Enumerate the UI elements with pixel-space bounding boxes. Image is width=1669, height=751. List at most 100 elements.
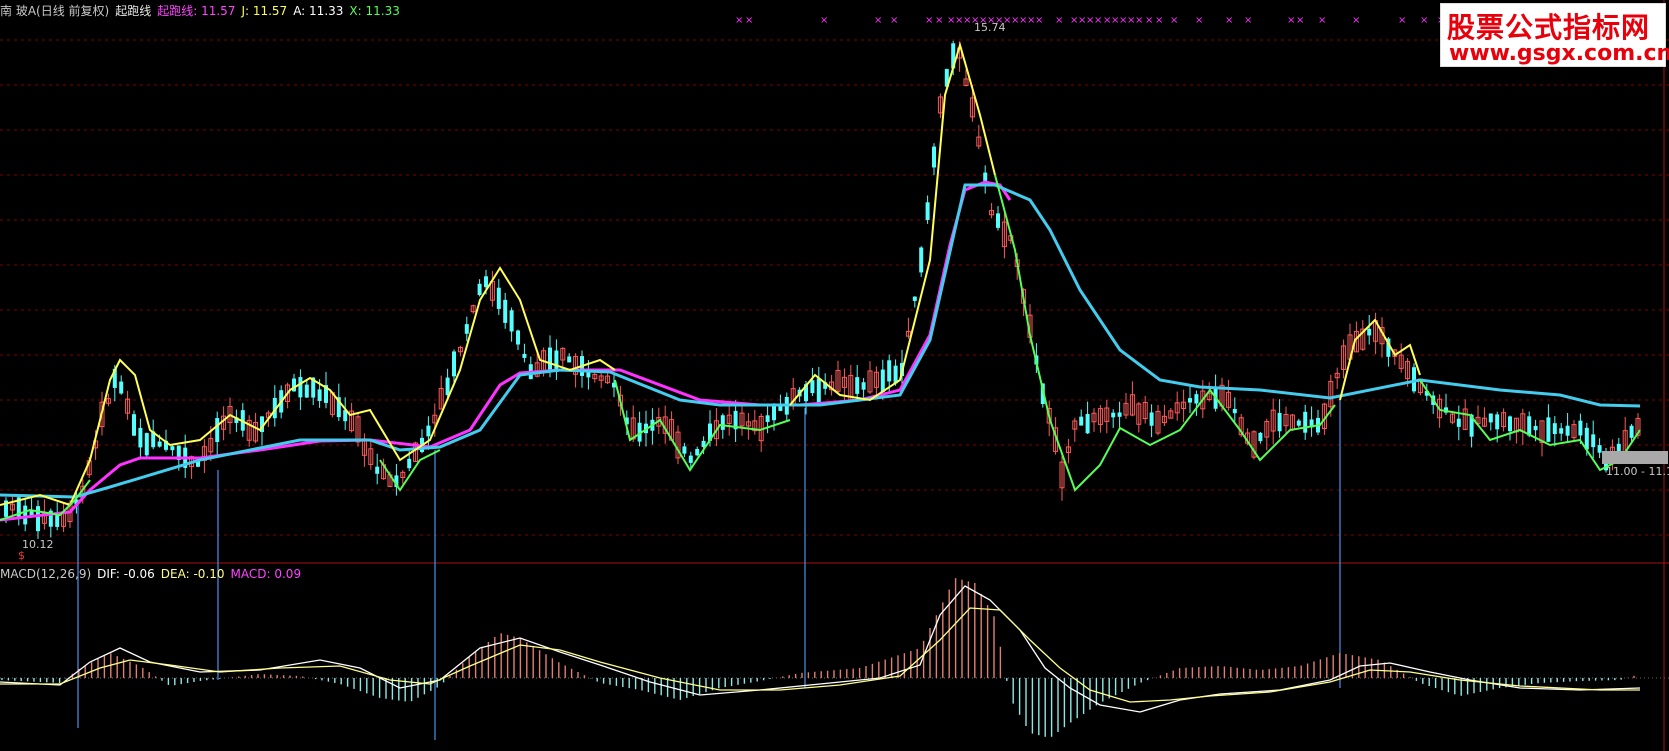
marker-x: × <box>1135 15 1143 26</box>
candle-body <box>1412 367 1416 392</box>
marker-x: × <box>935 15 943 26</box>
candle-body <box>861 382 866 390</box>
candle-body <box>765 415 770 422</box>
candle-body <box>887 360 892 382</box>
marker-x: × <box>1287 15 1295 26</box>
logo-title: 股票公式指标网 <box>1447 11 1651 44</box>
candle-body <box>36 506 40 532</box>
candle-body <box>1188 398 1192 403</box>
stock-title: 南 玻A(日线 前复权) <box>0 4 110 18</box>
marker-x: × <box>1195 15 1203 26</box>
price-range-box <box>1602 451 1668 464</box>
low-marker: $ <box>18 549 25 562</box>
candle-body <box>1111 412 1116 418</box>
green-line <box>0 174 1641 521</box>
macd-dif-line <box>0 585 1641 713</box>
indicator-value: 起跑线: 11.57 <box>157 4 236 18</box>
candle-body <box>477 283 482 296</box>
candle-body <box>503 299 508 323</box>
candle-body <box>1303 411 1308 433</box>
a-value: A: 11.33 <box>293 4 344 18</box>
candle-body <box>445 377 450 396</box>
marker-x: × <box>1225 15 1233 26</box>
marker-x: × <box>1055 15 1063 26</box>
candle-body <box>1597 445 1602 453</box>
macd-header: MACD(12,26,9) DIF: -0.06 DEA: -0.10 MACD: 0… <box>0 567 307 581</box>
candlesticks <box>4 40 1641 539</box>
marker-x: × <box>1035 15 1043 26</box>
candle-body <box>682 446 687 454</box>
macd-name: MACD(12,26,9) <box>0 567 92 581</box>
candle-body <box>298 377 303 398</box>
high-price-label: 15.74 <box>974 21 1006 34</box>
candle-body <box>1296 420 1301 426</box>
low-price-label: 10.12 <box>22 538 54 551</box>
candle-body <box>170 446 175 451</box>
candle-body <box>1117 412 1122 417</box>
candle-body <box>1584 427 1589 450</box>
candle-body <box>407 458 412 469</box>
marker-x: × <box>874 15 882 26</box>
macd-histogram <box>1 578 1635 737</box>
indicator-name: 起跑线 <box>115 4 152 18</box>
price-header: 南 玻A(日线 前复权) 起跑线 起跑线: 11.57 J: 11.57 A: 11.3… <box>0 2 406 19</box>
candle-body <box>119 381 124 394</box>
candle-body <box>1232 408 1237 414</box>
candle-body <box>317 389 322 401</box>
marker-x: × <box>820 15 828 26</box>
marker-x: × <box>1244 15 1252 26</box>
candle-body <box>138 427 143 448</box>
candle-body <box>1149 412 1154 426</box>
marker-x: × <box>1352 15 1360 26</box>
candle-body <box>144 433 149 456</box>
candle-body <box>932 146 936 168</box>
candle-body <box>893 365 898 384</box>
marker-x: × <box>1398 15 1406 26</box>
candle-body <box>1578 420 1583 436</box>
price-macd-chart: × × × × × × × × × × × × × × × × × × × × × × × × × × × × × × × × × × × × × × × ×… <box>0 0 1669 751</box>
candle-body <box>1552 423 1557 435</box>
candle-body <box>484 276 488 288</box>
candle-body <box>855 377 860 394</box>
candle-body <box>1194 394 1199 404</box>
candle-body <box>132 414 136 436</box>
candle-body <box>810 380 815 394</box>
candle-body <box>1367 328 1372 336</box>
candle-body <box>1565 425 1570 436</box>
candle-body <box>496 287 501 309</box>
marker-x: × <box>1318 15 1326 26</box>
macd-dea-line <box>0 607 1640 703</box>
marker-x: × <box>735 15 743 26</box>
candle-body <box>1488 413 1493 423</box>
marker-x: × <box>1170 15 1178 26</box>
candle-body <box>880 369 885 393</box>
candle-body <box>912 296 917 301</box>
candle-body <box>983 172 988 181</box>
logo-url: www.gsgx.com.cn <box>1449 41 1669 66</box>
candle-body <box>1258 432 1263 442</box>
candle-body <box>1277 412 1282 432</box>
candle-body <box>816 378 821 404</box>
marker-x: × <box>1094 15 1102 26</box>
candle-body <box>1527 416 1532 436</box>
candle-body <box>695 449 700 456</box>
cyan-ma-line <box>0 183 1641 499</box>
candle-body <box>772 404 776 421</box>
magenta-ma-line <box>0 180 1012 522</box>
candle-body <box>304 384 309 398</box>
dif-value: DIF: -0.06 <box>97 567 155 581</box>
candle-body <box>516 330 520 345</box>
candle-body <box>567 356 572 363</box>
dea-value: DEA: -0.10 <box>160 567 225 581</box>
candle-body <box>426 425 431 437</box>
x-value: X: 11.33 <box>349 4 400 18</box>
marker-x: × <box>745 15 753 26</box>
macd-value: MACD: 0.09 <box>230 567 302 581</box>
marker-x: × <box>890 15 898 26</box>
top-markers: × × × × × × × × × × × × × × × × × × × × × × × × × × × × × × × × × × × × × × × ×… <box>735 15 1553 26</box>
j-value: J: 11.57 <box>241 4 288 18</box>
grid-lines <box>0 0 1669 751</box>
candle-body <box>688 455 693 463</box>
candle-body <box>509 310 514 332</box>
candle-body <box>996 213 1000 228</box>
